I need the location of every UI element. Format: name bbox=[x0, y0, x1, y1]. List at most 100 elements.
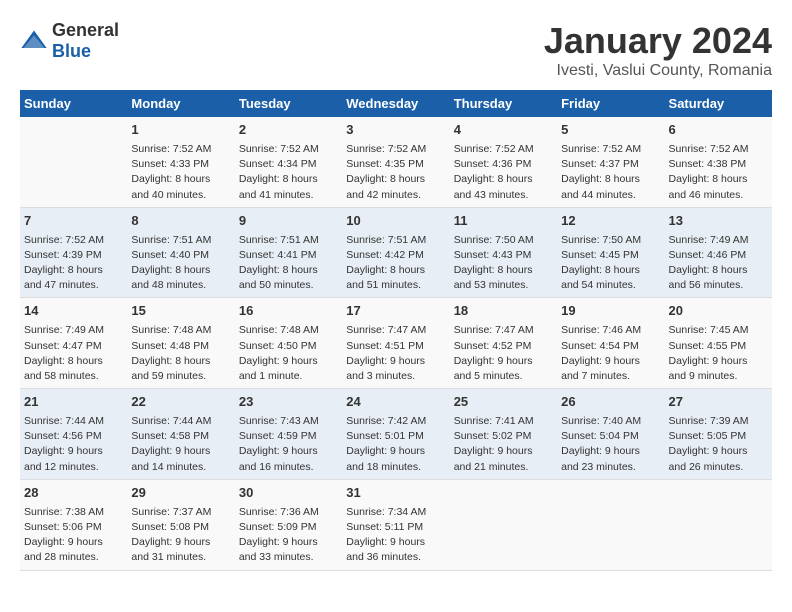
day-cell: 29 Sunrise: 7:37 AMSunset: 5:08 PMDayligh… bbox=[127, 479, 234, 570]
day-info: Daylight: 9 hours bbox=[454, 444, 553, 459]
day-info: Sunrise: 7:52 AM bbox=[454, 142, 553, 157]
day-number: 26 bbox=[561, 393, 660, 412]
day-info: Sunset: 4:40 PM bbox=[131, 248, 230, 263]
day-info: and 14 minutes. bbox=[131, 460, 230, 475]
day-number: 30 bbox=[239, 484, 338, 503]
day-number: 15 bbox=[131, 302, 230, 321]
day-info: Sunrise: 7:52 AM bbox=[561, 142, 660, 157]
week-row-5: 28Sunrise: 7:38 AMSunset: 5:06 PMDayligh… bbox=[20, 479, 772, 570]
day-cell: 13Sunrise: 7:49 AMSunset: 4:46 PMDayligh… bbox=[665, 207, 772, 298]
day-info: and 42 minutes. bbox=[346, 188, 445, 203]
day-info: Daylight: 9 hours bbox=[24, 535, 123, 550]
day-info: Daylight: 9 hours bbox=[346, 444, 445, 459]
day-info: Sunset: 5:08 PM bbox=[131, 520, 230, 535]
day-info: Sunset: 4:55 PM bbox=[669, 339, 768, 354]
day-number: 7 bbox=[24, 212, 123, 231]
day-cell: 3Sunrise: 7:52 AMSunset: 4:35 PMDaylight… bbox=[342, 117, 449, 207]
day-info: Daylight: 9 hours bbox=[239, 354, 338, 369]
day-info: Daylight: 8 hours bbox=[131, 354, 230, 369]
day-info: Sunset: 4:45 PM bbox=[561, 248, 660, 263]
day-info: Sunrise: 7:41 AM bbox=[454, 414, 553, 429]
day-info: Sunset: 4:41 PM bbox=[239, 248, 338, 263]
day-number: 29 bbox=[131, 484, 230, 503]
day-cell: 26Sunrise: 7:40 AMSunset: 5:04 PMDayligh… bbox=[557, 389, 664, 480]
day-info: Daylight: 8 hours bbox=[24, 263, 123, 278]
day-info: and 53 minutes. bbox=[454, 278, 553, 293]
day-info: Sunset: 4:46 PM bbox=[669, 248, 768, 263]
day-number: 10 bbox=[346, 212, 445, 231]
header-cell-monday: Monday bbox=[127, 90, 234, 117]
day-cell: 27Sunrise: 7:39 AMSunset: 5:05 PMDayligh… bbox=[665, 389, 772, 480]
day-info: Sunrise: 7:50 AM bbox=[454, 233, 553, 248]
day-info: and 1 minute. bbox=[239, 369, 338, 384]
day-info: Daylight: 9 hours bbox=[561, 444, 660, 459]
day-info: and 44 minutes. bbox=[561, 188, 660, 203]
day-info: and 16 minutes. bbox=[239, 460, 338, 475]
day-cell: 30Sunrise: 7:36 AMSunset: 5:09 PMDayligh… bbox=[235, 479, 342, 570]
day-info: and 36 minutes. bbox=[346, 550, 445, 565]
week-row-4: 21Sunrise: 7:44 AMSunset: 4:56 PMDayligh… bbox=[20, 389, 772, 480]
header-cell-friday: Friday bbox=[557, 90, 664, 117]
day-info: and 50 minutes. bbox=[239, 278, 338, 293]
day-info: Daylight: 8 hours bbox=[669, 172, 768, 187]
day-cell: 20Sunrise: 7:45 AMSunset: 4:55 PMDayligh… bbox=[665, 298, 772, 389]
day-info: Daylight: 8 hours bbox=[131, 172, 230, 187]
day-info: Sunrise: 7:38 AM bbox=[24, 505, 123, 520]
day-info: and 23 minutes. bbox=[561, 460, 660, 475]
day-info: Daylight: 8 hours bbox=[561, 172, 660, 187]
day-info: and 31 minutes. bbox=[131, 550, 230, 565]
day-cell: 22Sunrise: 7:44 AMSunset: 4:58 PMDayligh… bbox=[127, 389, 234, 480]
day-info: Sunset: 4:52 PM bbox=[454, 339, 553, 354]
day-info: Sunrise: 7:39 AM bbox=[669, 414, 768, 429]
day-cell: 21Sunrise: 7:44 AMSunset: 4:56 PMDayligh… bbox=[20, 389, 127, 480]
day-number: 13 bbox=[669, 212, 768, 231]
day-number: 12 bbox=[561, 212, 660, 231]
day-info: Daylight: 9 hours bbox=[454, 354, 553, 369]
header-cell-wednesday: Wednesday bbox=[342, 90, 449, 117]
day-info: Daylight: 9 hours bbox=[346, 354, 445, 369]
header-cell-sunday: Sunday bbox=[20, 90, 127, 117]
day-info: Sunrise: 7:52 AM bbox=[346, 142, 445, 157]
day-number: 9 bbox=[239, 212, 338, 231]
day-info: Sunset: 4:38 PM bbox=[669, 157, 768, 172]
day-info: and 21 minutes. bbox=[454, 460, 553, 475]
day-cell: 24Sunrise: 7:42 AMSunset: 5:01 PMDayligh… bbox=[342, 389, 449, 480]
day-info: Sunset: 4:48 PM bbox=[131, 339, 230, 354]
day-cell: 1Sunrise: 7:52 AMSunset: 4:33 PMDaylight… bbox=[127, 117, 234, 207]
day-info: Sunset: 4:34 PM bbox=[239, 157, 338, 172]
logo-general: General bbox=[52, 20, 119, 40]
logo-icon bbox=[20, 27, 48, 55]
day-cell: 18Sunrise: 7:47 AMSunset: 4:52 PMDayligh… bbox=[450, 298, 557, 389]
day-cell: 10Sunrise: 7:51 AMSunset: 4:42 PMDayligh… bbox=[342, 207, 449, 298]
day-info: Sunset: 4:47 PM bbox=[24, 339, 123, 354]
week-row-2: 7Sunrise: 7:52 AMSunset: 4:39 PMDaylight… bbox=[20, 207, 772, 298]
day-info: Sunrise: 7:47 AM bbox=[454, 323, 553, 338]
day-info: Daylight: 8 hours bbox=[346, 172, 445, 187]
logo-blue: Blue bbox=[52, 41, 91, 61]
day-info: Daylight: 9 hours bbox=[131, 535, 230, 550]
day-number: 8 bbox=[131, 212, 230, 231]
day-cell: 2Sunrise: 7:52 AMSunset: 4:34 PMDaylight… bbox=[235, 117, 342, 207]
day-info: Sunrise: 7:37 AM bbox=[131, 505, 230, 520]
day-info: and 48 minutes. bbox=[131, 278, 230, 293]
day-info: and 12 minutes. bbox=[24, 460, 123, 475]
day-info: Daylight: 9 hours bbox=[239, 535, 338, 550]
title-area: January 2024 Ivesti, Vaslui County, Roma… bbox=[544, 20, 772, 80]
day-info: Sunrise: 7:51 AM bbox=[131, 233, 230, 248]
day-info: and 26 minutes. bbox=[669, 460, 768, 475]
day-info: Sunset: 4:42 PM bbox=[346, 248, 445, 263]
day-number: 2 bbox=[239, 121, 338, 140]
day-number: 1 bbox=[131, 121, 230, 140]
day-info: Sunset: 4:54 PM bbox=[561, 339, 660, 354]
day-info: and 28 minutes. bbox=[24, 550, 123, 565]
day-info: Sunset: 4:43 PM bbox=[454, 248, 553, 263]
day-info: Daylight: 8 hours bbox=[239, 263, 338, 278]
day-info: Sunset: 4:37 PM bbox=[561, 157, 660, 172]
day-info: and 46 minutes. bbox=[669, 188, 768, 203]
day-info: and 3 minutes. bbox=[346, 369, 445, 384]
header-row: SundayMondayTuesdayWednesdayThursdayFrid… bbox=[20, 90, 772, 117]
day-info: and 18 minutes. bbox=[346, 460, 445, 475]
day-number: 24 bbox=[346, 393, 445, 412]
day-number: 14 bbox=[24, 302, 123, 321]
day-info: Sunset: 5:09 PM bbox=[239, 520, 338, 535]
